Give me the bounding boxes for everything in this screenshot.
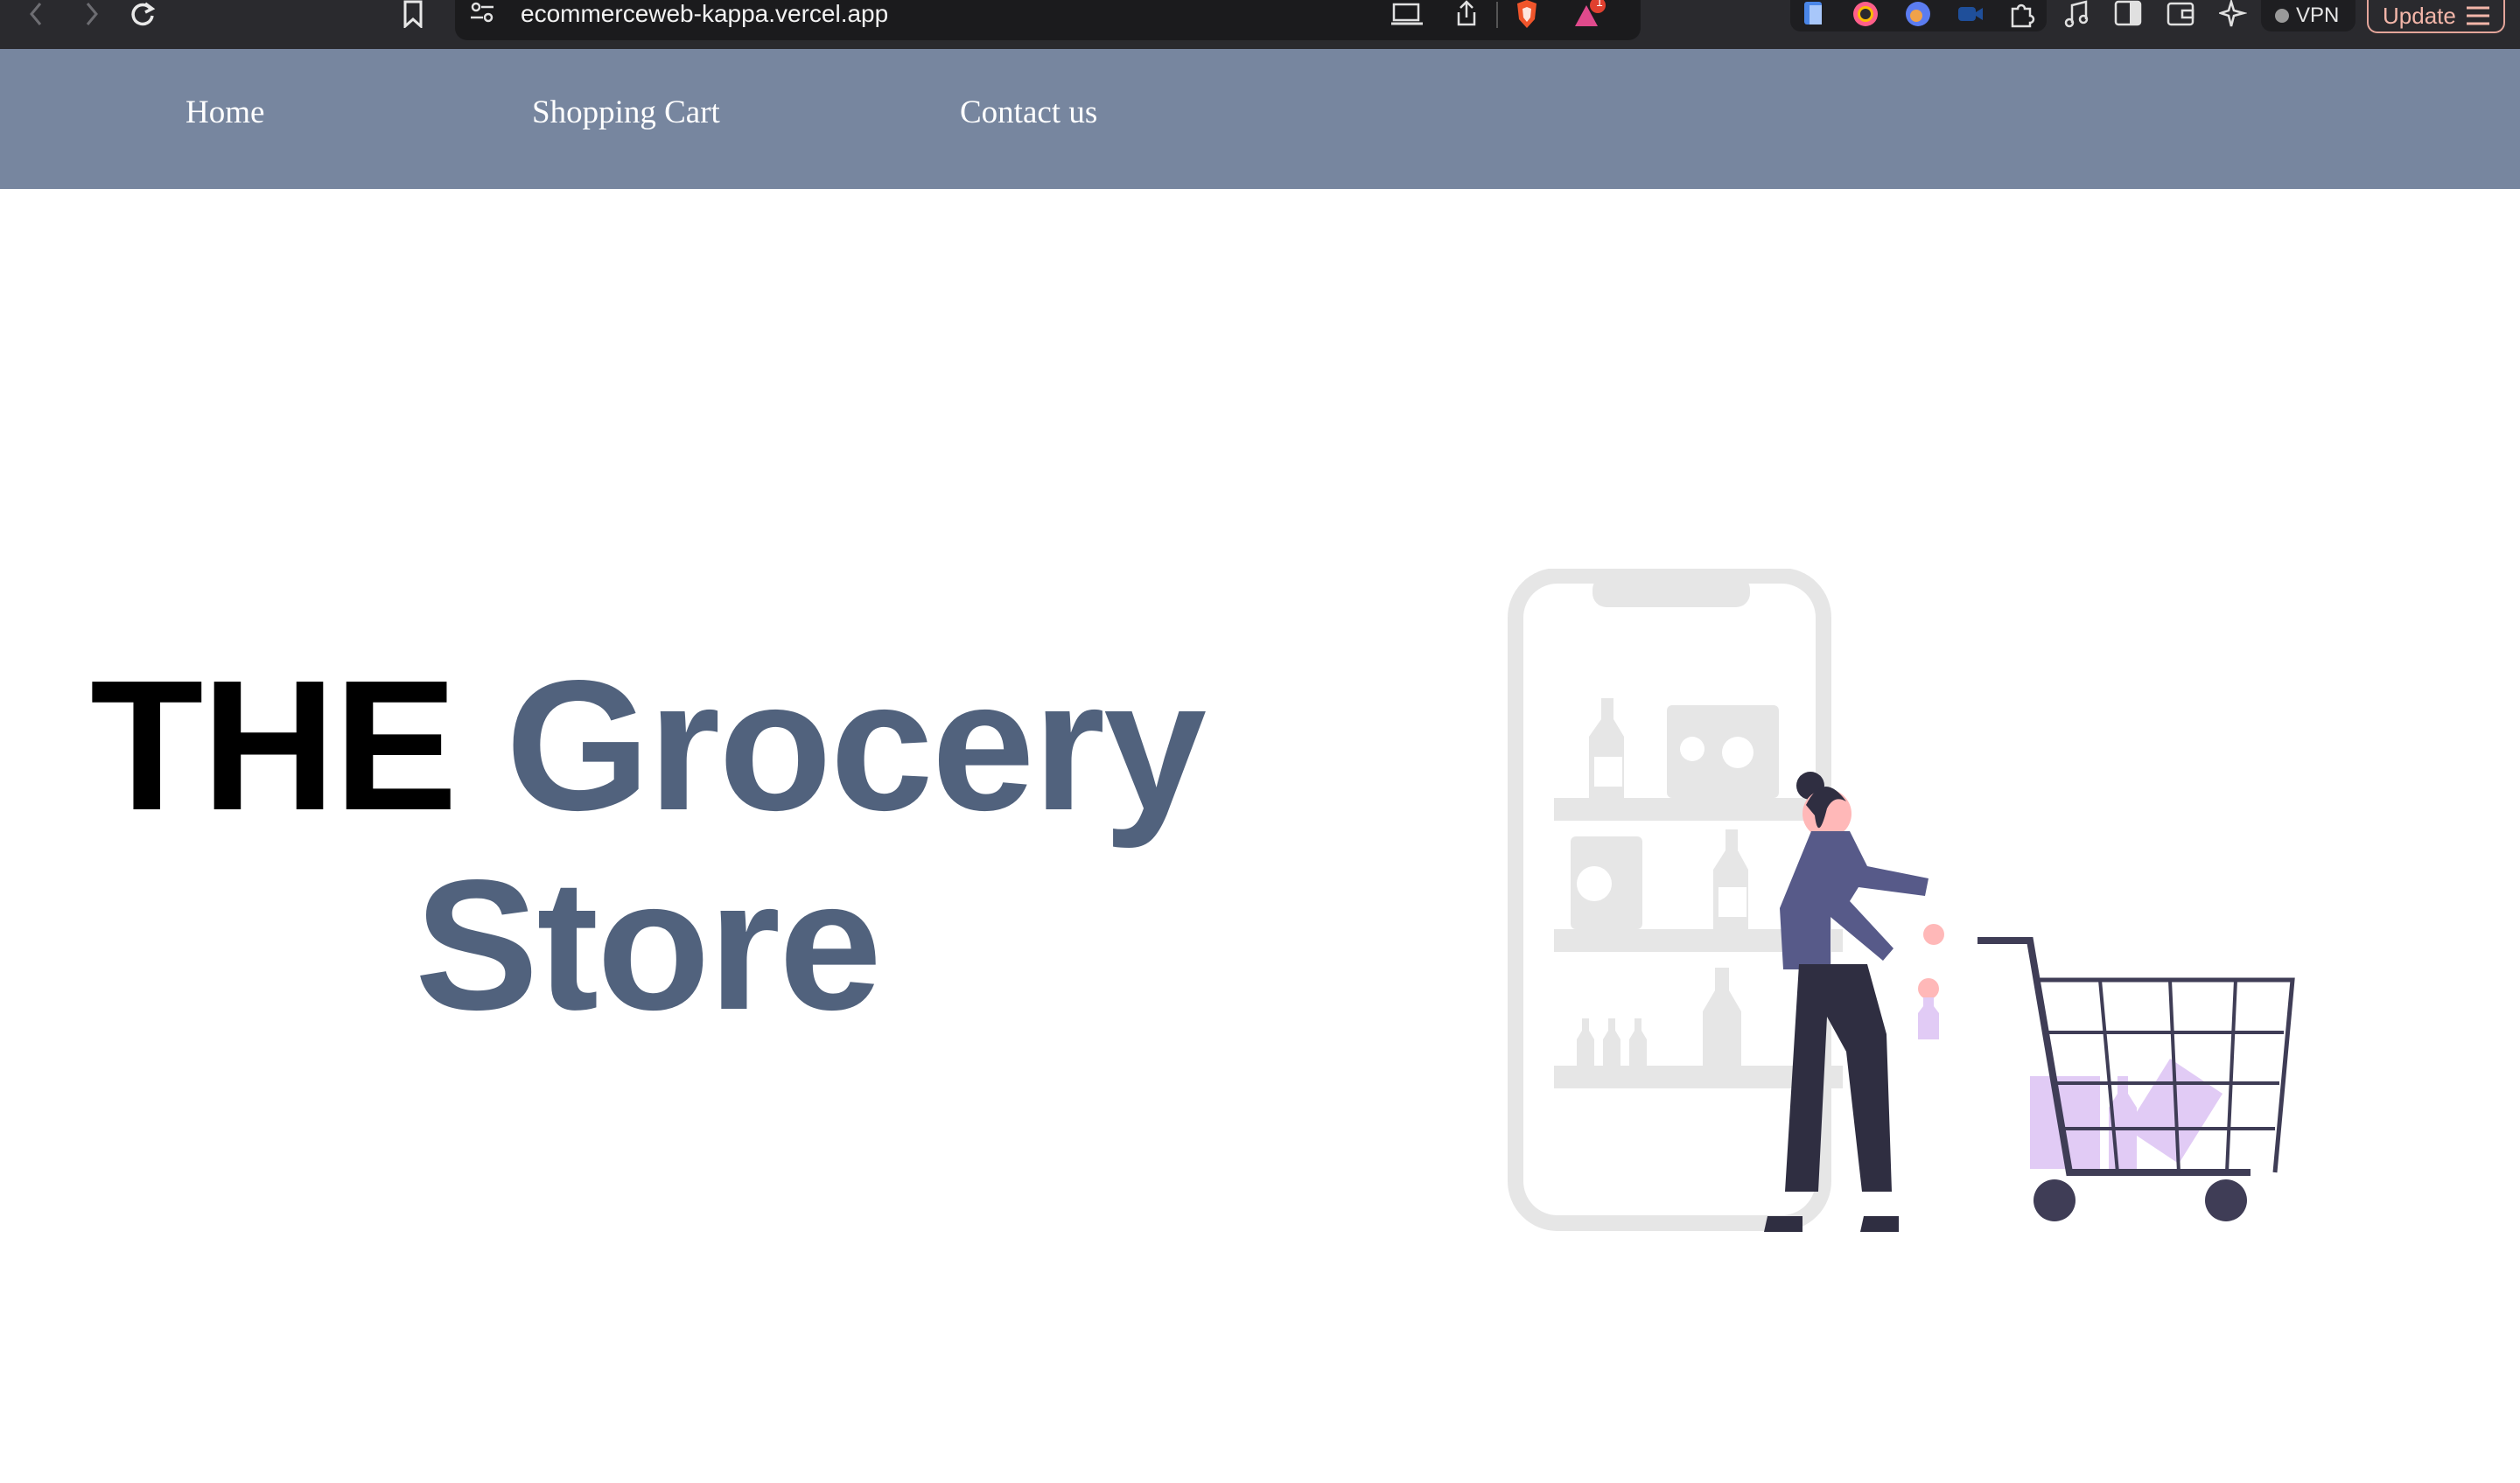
extension-docs-icon[interactable]: [1802, 0, 1825, 28]
hero-title-store: Store: [415, 841, 882, 1048]
nav-contact-us-link[interactable]: Contact us: [960, 49, 1097, 177]
music-note-icon[interactable]: [2063, 0, 2090, 28]
site-navbar: Home Shopping Cart Contact us: [0, 49, 2520, 189]
share-icon[interactable]: [1454, 0, 1479, 28]
wallet-icon[interactable]: [2166, 0, 2194, 26]
extension-camera-icon[interactable]: [1956, 2, 1984, 26]
forward-arrow-icon[interactable]: [80, 2, 102, 26]
extensions-puzzle-icon[interactable]: [2007, 0, 2035, 28]
address-bar[interactable]: ecommerceweb-kappa.vercel.app 1: [455, 0, 1641, 40]
extension-globe-icon[interactable]: [1904, 0, 1932, 28]
vpn-button[interactable]: VPN: [2261, 0, 2356, 31]
sidebar-toggle-icon[interactable]: [2114, 0, 2142, 26]
toolbar-divider: [1496, 2, 1498, 28]
rewards-badge-count: 1: [1596, 0, 1603, 9]
update-label: Update: [2383, 2, 2456, 29]
vpn-label: VPN: [2296, 3, 2340, 27]
phone-outline-graphic: [1508, 569, 1831, 1231]
hero-title-grocery: Grocery: [505, 641, 1207, 849]
nav-shopping-cart-link[interactable]: Shopping Cart: [532, 49, 720, 177]
menu-hamburger-icon: [2466, 6, 2489, 25]
shopper-woman-graphic: [1764, 772, 1944, 1232]
hero-title-the: THE: [89, 641, 458, 849]
browser-toolbar: ecommerceweb-kappa.vercel.app 1 VPN Upda…: [0, 0, 2520, 49]
shopping-cart-graphic: [1978, 937, 2295, 1221]
cast-icon[interactable]: [1391, 2, 1423, 26]
nav-home-link[interactable]: Home: [186, 49, 264, 177]
leo-ai-icon[interactable]: [2219, 0, 2247, 28]
shopping-cart-illustration: [1508, 569, 2295, 1232]
brave-shields-icon[interactable]: [1514, 0, 1540, 30]
bookmark-icon[interactable]: [401, 0, 425, 28]
update-button[interactable]: Update: [2367, 0, 2505, 33]
extensions-group: [1790, 0, 2047, 31]
back-arrow-icon[interactable]: [26, 2, 47, 26]
reload-icon[interactable]: [128, 0, 158, 28]
extension-color-icon[interactable]: [1852, 0, 1880, 28]
hero-title: THE Grocery Store: [52, 646, 1242, 1045]
site-settings-icon[interactable]: [469, 0, 495, 26]
vpn-status-icon: [2275, 9, 2289, 23]
url-text[interactable]: ecommerceweb-kappa.vercel.app: [521, 0, 888, 28]
